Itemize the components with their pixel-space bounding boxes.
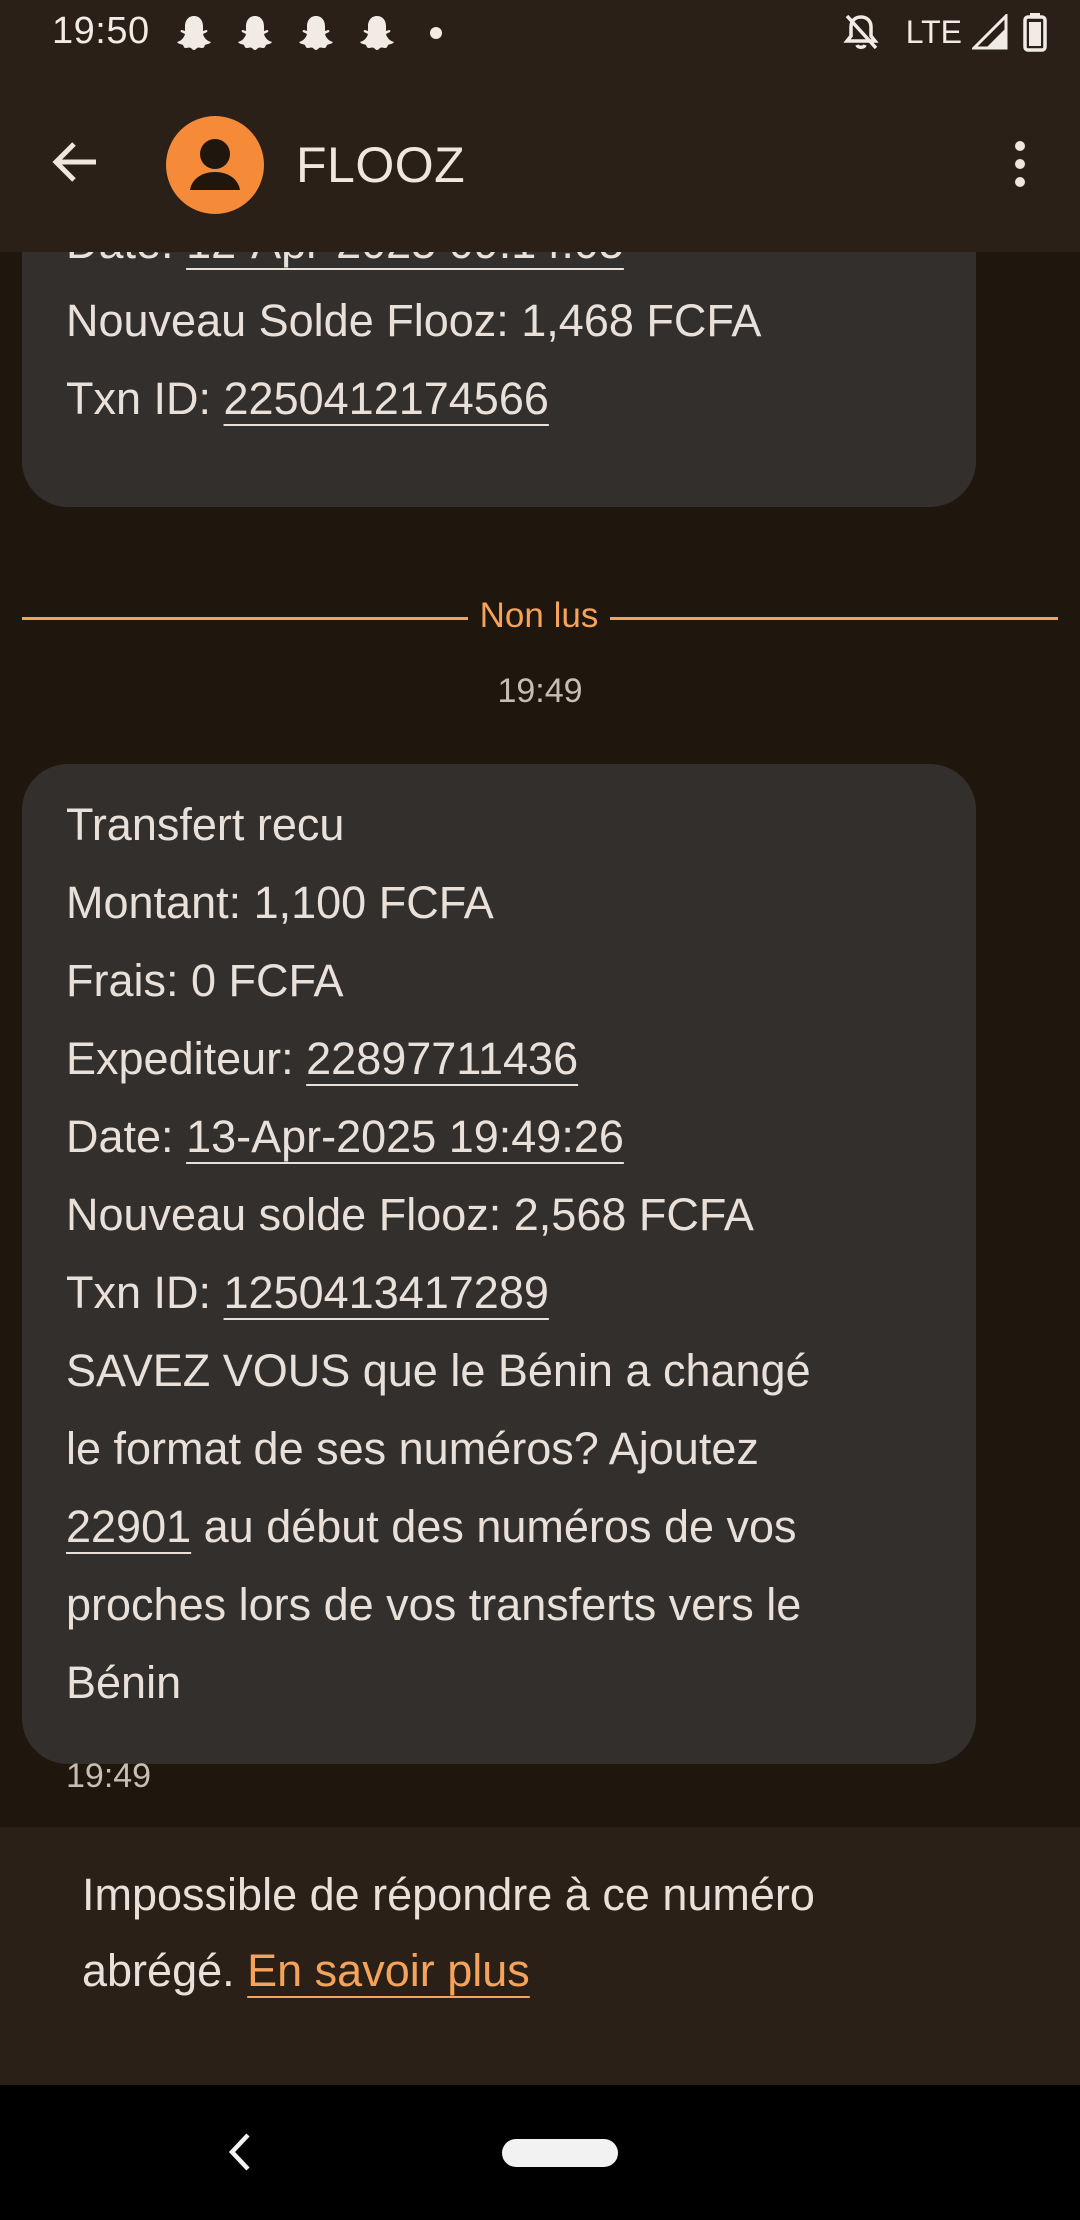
battery-icon	[1023, 13, 1047, 52]
message-line-amount: Montant: 1,100 FCFA	[66, 877, 494, 928]
txn-label: Txn ID:	[66, 373, 224, 424]
date-link[interactable]: 13-Apr-2025 19:49:26	[186, 1111, 624, 1162]
previous-message-txn: Txn ID: 2250412174566	[66, 360, 932, 438]
reply-notice-panel: Impossible de répondre à ce numéro abrég…	[0, 1827, 1080, 2085]
message-line-fees: Frais: 0 FCFA	[66, 955, 344, 1006]
message-info-line: 22901 au début des numéros de vos	[66, 1488, 932, 1566]
navigation-bar	[0, 2085, 1080, 2220]
unread-label: Non lus	[479, 596, 599, 635]
signal-icon	[972, 14, 1008, 50]
message-line-title: Transfert recu	[66, 799, 345, 850]
network-type: LTE	[905, 13, 962, 50]
message-line-txn: Txn ID: 1250413417289	[66, 1254, 932, 1332]
snapchat-icon	[299, 16, 333, 50]
txn-id-link[interactable]: 2250412174566	[224, 373, 549, 424]
status-time: 19:50	[52, 10, 150, 52]
snapchat-icon	[238, 16, 272, 50]
divider-line	[22, 617, 468, 620]
status-right: LTE	[842, 12, 1048, 52]
date-label: Date:	[66, 252, 186, 268]
message-line-balance: Nouveau solde Flooz: 2,568 FCFA	[66, 1189, 754, 1240]
more-vertical-icon[interactable]	[1000, 138, 1040, 190]
contact-name[interactable]: FLOOZ	[296, 136, 465, 194]
message-info-line: Bénin	[66, 1657, 182, 1708]
snapchat-icon	[177, 16, 211, 50]
info-text: au début des numéros de vos	[191, 1501, 797, 1552]
notice-line: abrégé.	[82, 1945, 248, 1996]
previous-message-date: Date: 12-Apr-2025 09:14:05	[66, 252, 932, 282]
snapchat-icon	[360, 16, 394, 50]
message-line-date: Date: 13-Apr-2025 19:49:26	[66, 1098, 932, 1176]
reply-notice-text: Impossible de répondre à ce numéro abrég…	[82, 1857, 1022, 2009]
message-line-sender: Expediteur: 22897711436	[66, 1020, 932, 1098]
learn-more-link[interactable]: En savoir plus	[247, 1945, 530, 1996]
more-notifications-dot	[430, 27, 442, 39]
avatar[interactable]	[166, 116, 264, 214]
notice-line: Impossible de répondre à ce numéro	[82, 1869, 815, 1920]
bell-off-icon	[843, 14, 879, 50]
divider-line	[610, 617, 1058, 620]
sender-label: Expediteur:	[66, 1033, 307, 1084]
home-pill[interactable]	[502, 2139, 618, 2167]
notification-icons	[176, 14, 442, 52]
message-bubble-previous[interactable]: Date: 12-Apr-2025 09:14:05 Nouveau Solde…	[22, 252, 976, 507]
message-info-line: proches lors de vos transferts vers le	[66, 1579, 802, 1630]
message-info-line: le format de ses numéros? Ajoutez	[66, 1423, 759, 1474]
message-time-header: 19:49	[497, 672, 583, 710]
date-link[interactable]: 12-Apr-2025 09:14:05	[186, 252, 624, 268]
message-bubble-received[interactable]: Transfert recu Montant: 1,100 FCFA Frais…	[22, 764, 976, 1764]
sender-number-link[interactable]: 22897711436	[306, 1033, 578, 1084]
status-bar: 19:50 LTE	[0, 0, 1080, 66]
message-info-line: SAVEZ VOUS que le Bénin a changé	[66, 1345, 811, 1396]
date-label: Date:	[66, 1111, 187, 1162]
app-bar: FLOOZ	[0, 66, 1080, 252]
prefix-number-link[interactable]: 22901	[66, 1501, 191, 1552]
back-arrow-icon[interactable]	[48, 134, 104, 190]
person-icon	[190, 139, 240, 190]
unread-divider: Non lus	[22, 596, 1058, 640]
message-timestamp: 19:49	[66, 1757, 152, 1795]
nav-back-icon[interactable]	[222, 2129, 258, 2175]
txn-id-link[interactable]: 1250413417289	[224, 1267, 549, 1318]
txn-label: Txn ID:	[66, 1267, 224, 1318]
conversation-list[interactable]: Date: 12-Apr-2025 09:14:05 Nouveau Solde…	[0, 252, 1080, 1827]
previous-message-balance: Nouveau Solde Flooz: 1,468 FCFA	[66, 295, 762, 346]
